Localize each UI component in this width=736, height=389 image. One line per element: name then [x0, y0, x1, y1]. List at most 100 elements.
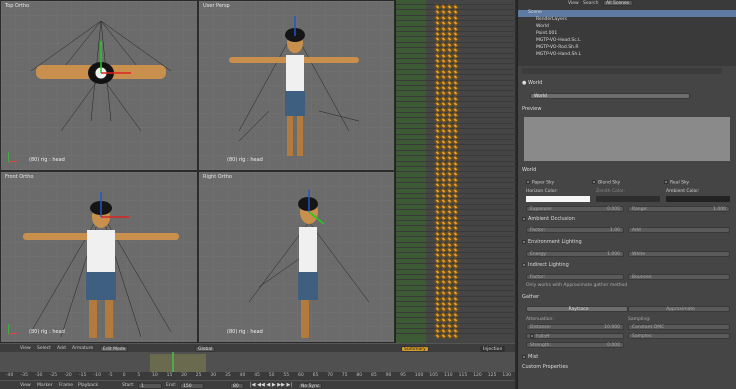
checkbox[interactable]	[664, 180, 668, 184]
ambient-color-swatch[interactable]	[666, 196, 730, 202]
dope-channel-row[interactable]	[396, 106, 516, 113]
properties-tabs[interactable]	[522, 68, 722, 74]
dope-channel-row[interactable]	[396, 95, 516, 102]
dope-channel-row[interactable]	[396, 273, 516, 281]
strength-field[interactable]: Strength: 0.000	[526, 342, 624, 348]
menu-armature[interactable]: Armature	[72, 346, 93, 351]
menu-marker[interactable]: Marker	[37, 383, 53, 388]
zenith-color-swatch[interactable]	[596, 196, 660, 202]
menu-playback[interactable]: Playback	[78, 383, 98, 388]
dope-channel-row[interactable]	[396, 219, 516, 227]
menu-frame[interactable]: Frame	[59, 383, 73, 388]
sync-dropdown[interactable]: No Sync	[298, 383, 323, 389]
dope-channel-row[interactable]	[396, 279, 516, 286]
keyframe-diamond[interactable]	[440, 333, 447, 340]
outliner-row[interactable]: World	[518, 24, 736, 31]
dope-channel-row[interactable]	[396, 36, 516, 43]
current-frame-field[interactable]: 80	[230, 383, 244, 389]
custom-properties-section[interactable]: Custom Properties	[522, 364, 733, 371]
dope-channel-row[interactable]	[396, 241, 516, 248]
dope-channel-row[interactable]	[396, 306, 516, 313]
dope-channel-row[interactable]	[396, 3, 516, 11]
playback-controls[interactable]: |◀ ◀◀ ◀ ▶ ▶▶ ▶|	[250, 382, 292, 388]
env-energy-field[interactable]: Energy: 1.000	[526, 251, 624, 257]
dope-channel-row[interactable]	[396, 101, 516, 108]
real-sky-checkbox[interactable]: Real Sky	[664, 180, 689, 186]
environment-lighting-section[interactable]: Environment Lighting	[522, 239, 733, 246]
dope-channel-row[interactable]	[396, 182, 516, 189]
menu-select[interactable]: Select	[37, 346, 51, 351]
dope-channel-row[interactable]	[396, 209, 516, 216]
dope-channel-row[interactable]	[396, 41, 516, 48]
sampling-method-dropdown[interactable]: Constant QMC	[628, 324, 730, 330]
dope-channel-row[interactable]	[396, 333, 516, 340]
outliner-row[interactable]: MGTP-VO-Rod.Sh.R	[518, 45, 736, 52]
indirect-lighting-section[interactable]: Indirect Lighting	[522, 262, 733, 269]
menu-view[interactable]: View	[568, 1, 579, 6]
menu-search[interactable]: Search	[583, 1, 598, 6]
env-color-dropdown[interactable]: White	[628, 251, 730, 257]
dope-channel-row[interactable]	[396, 20, 516, 27]
viewport-top-ortho[interactable]: Top Ortho (80) rig : head	[0, 0, 198, 171]
falloff-toggle[interactable]: Falloff	[526, 333, 624, 340]
mist-section[interactable]: Mist	[522, 354, 733, 361]
raytrace-button[interactable]: Raytrace	[526, 306, 628, 312]
approximate-button[interactable]: Approximate	[628, 306, 730, 312]
dope-channel-row[interactable]	[396, 128, 516, 135]
dope-channel-row[interactable]	[396, 9, 516, 16]
dope-channel-row[interactable]	[396, 30, 516, 38]
outliner[interactable]: View Search All Scenes Scene RenderLayer…	[518, 0, 736, 66]
dope-channel-row[interactable]	[396, 52, 516, 59]
dope-channel-row[interactable]	[396, 317, 516, 324]
dope-channel-row[interactable]	[396, 160, 516, 167]
dope-sheet[interactable]	[395, 0, 516, 343]
dope-channel-row[interactable]	[396, 214, 516, 221]
dope-channel-row[interactable]	[396, 111, 516, 119]
dope-channel-row[interactable]	[396, 203, 516, 210]
outliner-row[interactable]: Point.001	[518, 31, 736, 38]
dope-channel-row[interactable]	[396, 176, 516, 183]
checkbox[interactable]	[522, 216, 526, 221]
ao-factor-field[interactable]: Factor: 1.00	[526, 227, 624, 233]
dope-channel-row[interactable]	[396, 68, 516, 75]
dope-channel-row[interactable]	[396, 311, 516, 318]
display-mode-dropdown[interactable]: All Scenes	[603, 0, 633, 6]
dope-channel-row[interactable]	[396, 322, 516, 329]
dope-channel-row[interactable]	[396, 252, 516, 259]
viewport-right-ortho[interactable]: Right Ortho (80) rig : head	[198, 171, 395, 343]
dope-channel-row[interactable]	[396, 149, 516, 156]
start-frame-field[interactable]: 1	[138, 383, 162, 389]
horizon-color-swatch[interactable]	[526, 196, 590, 202]
checkbox[interactable]	[592, 180, 596, 184]
dope-channel-row[interactable]	[396, 155, 516, 162]
dope-channel-row[interactable]	[396, 47, 516, 54]
blend-sky-checkbox[interactable]: Blend Sky	[592, 180, 620, 186]
checkbox[interactable]	[530, 334, 534, 338]
paper-sky-checkbox[interactable]: Paper Sky	[526, 180, 554, 186]
menu-view[interactable]: View	[20, 346, 31, 351]
exposure-field[interactable]: Exposure: 0.000	[526, 206, 624, 212]
dope-channel-row[interactable]	[396, 327, 516, 335]
dope-channel-row[interactable]	[396, 225, 516, 232]
keyframe-diamond[interactable]	[434, 333, 441, 340]
dope-channel-row[interactable]	[396, 117, 516, 124]
checkbox[interactable]	[522, 262, 526, 267]
timeline[interactable]: -40 -35 -30 -25 -20 -15 -10 -5 0 5 10 15 20 25 30 35 40 4…	[0, 352, 515, 380]
end-frame-field[interactable]: 150	[180, 383, 204, 389]
indirect-factor-field[interactable]: Factor:	[526, 274, 624, 280]
dope-channel-row[interactable]	[396, 284, 516, 291]
dope-channel-row[interactable]	[396, 122, 516, 129]
outliner-row[interactable]: RenderLayers	[518, 17, 736, 24]
dope-channel-row[interactable]	[396, 74, 516, 81]
dope-channel-row[interactable]	[396, 198, 516, 205]
samples-field[interactable]: Samples:	[628, 333, 730, 339]
bounces-field[interactable]: Bounces:	[628, 274, 730, 280]
viewport-front-ortho[interactable]: Front Ortho (80) rig : head	[0, 171, 198, 343]
dope-channel-row[interactable]	[396, 257, 516, 264]
menu-add[interactable]: Add	[57, 346, 66, 351]
dope-channel-row[interactable]	[396, 230, 516, 237]
dope-channel-row[interactable]	[396, 236, 516, 243]
dope-channel-row[interactable]	[396, 90, 516, 97]
dope-channel-row[interactable]	[396, 263, 516, 270]
dope-channel-row[interactable]	[396, 133, 516, 140]
